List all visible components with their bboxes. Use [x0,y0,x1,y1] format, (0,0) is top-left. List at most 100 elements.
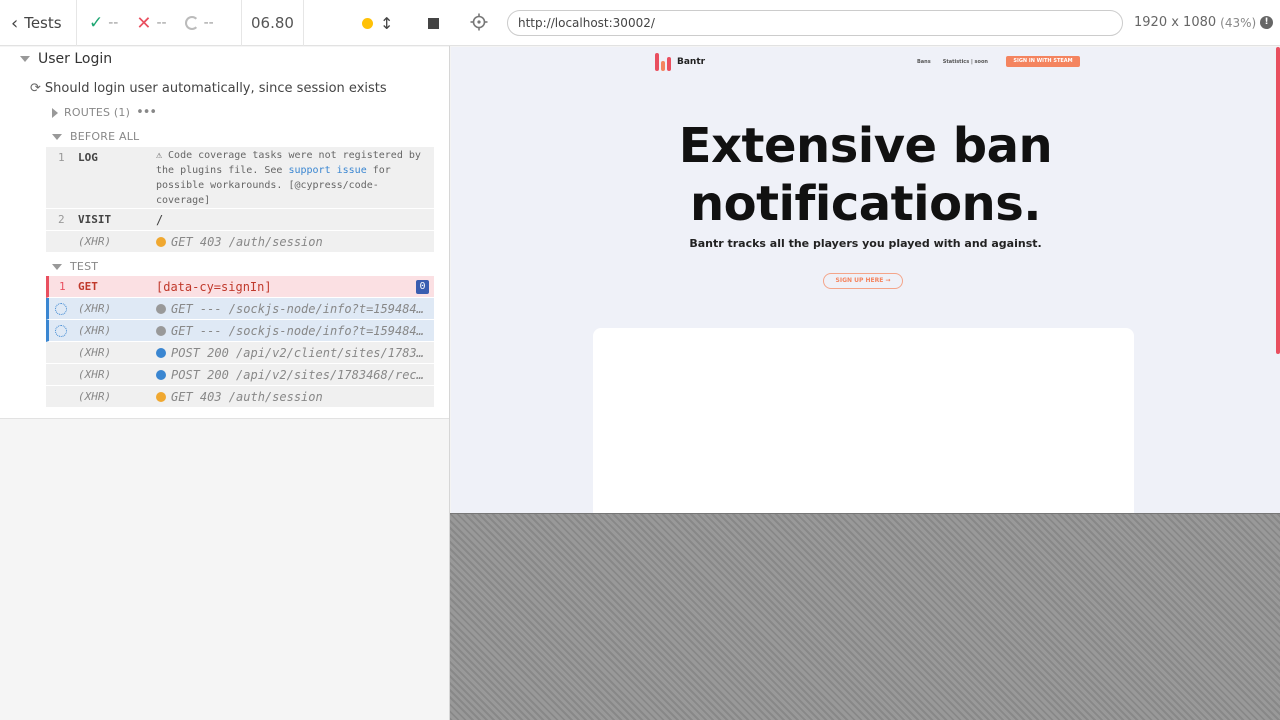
test-title-text: Should login user automatically, since s… [44,81,387,96]
pending-count: -- [203,15,214,31]
url-bar: 1920 x 1080 (43%) ! [450,0,1280,46]
xhr-text: GET --- /sockjs-node/info?t=159484012378… [171,324,426,338]
command-name: VISIT [78,213,112,226]
pending-stat: -- [184,15,214,31]
running-spinner-icon: ⟳ [30,81,41,96]
xhr-text: POST 200 /api/v2/client/sites/1783468/vi… [171,346,426,360]
pending-spinner-icon [55,325,67,337]
passed-stat: ✓ -- [89,13,118,33]
suite-title-text: User Login [38,51,113,67]
xhr-text: POST 200 /api/v2/sites/1783468/recording… [171,368,426,382]
xhr-text: GET 403 /auth/session [171,390,323,404]
caret-down-icon [52,133,62,140]
info-icon[interactable]: ! [1260,16,1273,29]
command-name: LOG [78,151,98,164]
reporter-header: ‹ Tests ✓ -- ✕ -- -- 06.80 ↕ [0,0,450,46]
reporter-panel: ‹ Tests ✓ -- ✕ -- -- 06.80 ↕ User Login … [0,0,450,720]
hero-title: Extensive ban notifications. [451,117,1280,233]
hero-card [593,328,1134,513]
command-number: 1 [59,280,66,293]
sign-up-button[interactable]: SIGN UP HERE → [823,273,903,289]
stop-icon[interactable] [428,17,440,29]
command-log[interactable]: 1 LOG ⚠ Code coverage tasks were not reg… [46,147,434,209]
cross-icon: ✕ [136,12,152,34]
caret-right-icon [52,107,58,118]
test-label: TEST [70,260,99,273]
command-xhr-pending[interactable]: (XHR) GET --- /sockjs-node/info?t=159484… [46,320,434,342]
url-input[interactable] [507,10,1123,36]
command-name: (XHR) [78,346,112,359]
command-message: GET 403 /auth/session [156,235,426,249]
selector-playground-icon[interactable] [470,13,488,31]
command-message: POST 200 /api/v2/sites/1783468/recording… [156,368,426,382]
status-dot-icon [156,237,166,247]
hero-subtitle: Bantr tracks all the players you played … [689,237,1042,250]
sign-in-steam-button[interactable]: SIGN IN WITH STEAM [1006,56,1080,67]
command-visit[interactable]: 2 VISIT / [46,209,434,231]
viewport-info: 1920 x 1080 (43%) [1134,15,1256,30]
command-name: GET [78,280,98,293]
caret-down-icon [20,56,30,62]
command-number: 2 [58,213,65,226]
before-all-hook[interactable]: BEFORE ALL [52,130,139,143]
test-body-hook[interactable]: TEST [52,260,98,273]
app-preview: 1920 x 1080 (43%) ! Bantr Bans Statistic… [450,0,1280,720]
command-message: GET --- /sockjs-node/info?t=159484012378… [156,324,426,338]
hero-title-line: Extensive ban [678,118,1053,174]
site-brand: Bantr [677,57,706,67]
command-get-failed[interactable]: 1 GET [data-cy=signIn] 0 [46,276,434,298]
chevron-left-icon: ‹ [11,12,19,34]
command-xhr[interactable]: (XHR) GET 403 /auth/session [46,231,434,253]
cypress-runner: ‹ Tests ✓ -- ✕ -- -- 06.80 ↕ User Login … [0,0,1280,720]
failed-count: -- [156,15,167,31]
command-message: [data-cy=signIn] [156,280,272,294]
nav-item-bans[interactable]: Bans [917,59,931,65]
more-options-icon[interactable]: ••• [136,105,157,120]
site-nav: Bans Statistics | soon [917,59,988,65]
bantr-logo-icon [655,53,671,71]
tests-back-button[interactable]: ‹ Tests [0,0,77,46]
hero-title-line: notifications. [689,176,1042,232]
runnable-list: User Login ⟳ Should login user automatic… [0,47,449,419]
status-dot-icon [156,326,166,336]
command-message: GET --- /sockjs-node/info?t=159484012345… [156,302,426,316]
before-all-label: BEFORE ALL [70,130,140,143]
command-message: POST 200 /api/v2/client/sites/1783468/vi… [156,346,426,360]
auto-scroll-toggle-icon[interactable]: ↕ [380,14,393,33]
routes-label: ROUTES (1) [64,106,131,119]
command-name: (XHR) [78,302,112,315]
status-dot-icon [156,304,166,314]
command-message: ⚠ Code coverage tasks were not registere… [156,148,428,208]
command-xhr[interactable]: (XHR) POST 200 /api/v2/sites/1783468/rec… [46,364,434,386]
site-logo[interactable]: Bantr [655,53,705,71]
check-icon: ✓ [89,13,104,33]
command-xhr-pending[interactable]: (XHR) GET --- /sockjs-node/info?t=159484… [46,298,434,320]
command-name: (XHR) [78,235,112,248]
element-count-badge: 0 [416,280,429,294]
aut-scrollbar[interactable] [1276,47,1280,354]
pending-spinner-icon [55,303,67,315]
status-dot-icon [156,370,166,380]
nav-item-statistics[interactable]: Statistics | soon [943,59,988,65]
pending-circle-icon [184,16,199,30]
caret-down-icon [52,263,62,270]
viewport-size: 1920 x 1080 [1134,15,1217,30]
command-xhr[interactable]: (XHR) POST 200 /api/v2/client/sites/1783… [46,342,434,364]
tests-label: Tests [24,14,62,32]
command-message: GET 403 /auth/session [156,390,426,404]
support-issue-link[interactable]: support issue [288,165,366,176]
xhr-text: GET --- /sockjs-node/info?t=159484012345… [171,302,426,316]
command-message: / [156,213,164,227]
test-title[interactable]: ⟳ Should login user automatically, since… [30,81,387,96]
command-name: (XHR) [78,368,112,381]
command-name: (XHR) [78,324,112,337]
aut-iframe: Bantr Bans Statistics | soon SIGN IN WIT… [451,47,1280,513]
command-name: (XHR) [78,390,112,403]
suite-title[interactable]: User Login [20,51,112,67]
running-status-icon [362,17,373,29]
passed-count: -- [108,15,119,31]
xhr-text: GET 403 /auth/session [171,235,323,249]
routes-toggle[interactable]: ROUTES (1) ••• [52,105,157,120]
command-xhr[interactable]: (XHR) GET 403 /auth/session [46,386,434,408]
command-number: 1 [58,151,65,164]
